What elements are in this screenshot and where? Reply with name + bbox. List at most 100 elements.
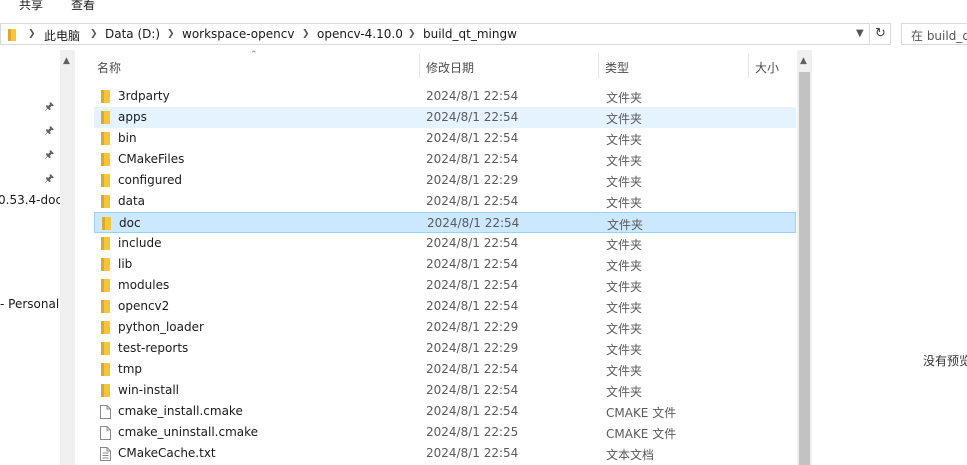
file-row[interactable]: configured 2024/8/1 22:29 文件夹 — [94, 170, 796, 191]
file-list: ⌃ 名称 修改日期 类型 大小 3rdparty 2024/8/1 22:54 文件… — [77, 50, 797, 465]
file-row[interactable]: lib 2024/8/1 22:54 文件夹 — [94, 254, 796, 275]
file-row[interactable]: 3rdparty 2024/8/1 22:54 文件夹 — [94, 86, 796, 107]
file-type: 文件夹 — [606, 91, 643, 105]
pin-icon[interactable]: 🖈 — [44, 170, 54, 189]
file-row[interactable]: cmake_install.cmake 2024/8/1 22:54 CMAKE 文… — [94, 401, 796, 422]
file-row[interactable]: test-reports 2024/8/1 22:29 文件夹 — [94, 338, 796, 359]
file-name: modules — [118, 278, 170, 292]
pin-icon[interactable]: 🖈 — [44, 122, 54, 141]
chevron-right-icon[interactable]: ❯ — [167, 29, 175, 39]
file-date: 2024/8/1 22:29 — [426, 320, 519, 334]
scroll-up-icon[interactable]: ▲ — [800, 56, 807, 66]
file-date: 2024/8/1 22:54 — [426, 89, 519, 103]
search-input[interactable]: 在 build_qt_mingw 中搜索 — [901, 23, 967, 45]
column-name[interactable]: 名称 — [97, 59, 121, 76]
file-name: python_loader — [118, 320, 204, 334]
file-name: include — [118, 236, 162, 250]
folder-icon — [100, 384, 111, 400]
folder-icon — [100, 153, 111, 169]
file-type: 文件夹 — [606, 364, 643, 378]
column-divider[interactable] — [748, 54, 749, 78]
file-date: 2024/8/1 22:54 — [426, 446, 519, 460]
pin-icon[interactable]: 🖈 — [44, 146, 54, 165]
ribbon: 共享 查看 — [0, 0, 967, 18]
folder-icon — [100, 90, 111, 106]
chevron-right-icon[interactable]: ❯ — [28, 29, 36, 39]
preview-pane: 没有预览 — [812, 50, 967, 465]
file-type: 文件夹 — [606, 133, 643, 147]
file-type: 文件夹 — [607, 218, 644, 232]
file-row[interactable]: win-install 2024/8/1 22:54 文件夹 — [94, 380, 796, 401]
column-divider[interactable] — [598, 54, 599, 78]
file-type: 文件夹 — [606, 175, 643, 189]
file-row[interactable]: CMakeCache.txt 2024/8/1 22:54 文本文档 — [94, 443, 796, 464]
nav-item-docs[interactable]: 0.53.4-docs — [0, 193, 60, 207]
breadcrumb-opencv[interactable]: opencv-4.10.0 — [317, 27, 403, 41]
file-name: cmake_install.cmake — [118, 404, 243, 418]
breadcrumb-drive[interactable]: Data (D:) — [105, 27, 160, 41]
file-date: 2024/8/1 22:54 — [426, 278, 519, 292]
folder-icon — [100, 258, 111, 274]
file-name: opencv2 — [118, 299, 170, 313]
file-type: 文件夹 — [606, 238, 643, 252]
column-divider[interactable] — [419, 54, 420, 78]
breadcrumb-workspace[interactable]: workspace-opencv — [182, 27, 294, 41]
file-name: cmake_uninstall.cmake — [118, 425, 259, 439]
file-name: tmp — [118, 362, 143, 376]
file-row[interactable]: doc 2024/8/1 22:54 文件夹 — [94, 212, 796, 233]
file-date: 2024/8/1 22:54 — [426, 257, 519, 271]
file-name: test-reports — [118, 341, 189, 355]
breadcrumb-this-pc[interactable]: 此电脑 — [44, 27, 80, 44]
file-type: 文件夹 — [606, 322, 643, 336]
folder-icon — [100, 132, 111, 148]
column-size[interactable]: 大小 — [755, 59, 779, 76]
file-name: configured — [118, 173, 182, 187]
folder-icon — [100, 300, 111, 316]
file-list-scrollbar[interactable]: ▲ — [797, 50, 812, 465]
chevron-down-icon[interactable]: ▼ — [856, 28, 864, 39]
ribbon-tab-view[interactable]: 查看 — [71, 0, 95, 13]
address-bar[interactable]: ❯ 此电脑 ❯ Data (D:) ❯ workspace-opencv ❯ o… — [0, 23, 870, 45]
file-date: 2024/8/1 22:54 — [426, 236, 519, 250]
chevron-right-icon[interactable]: ❯ — [90, 29, 98, 39]
file-type: 文件夹 — [606, 343, 643, 357]
folder-icon — [100, 195, 111, 211]
chevron-right-icon[interactable]: ❯ — [408, 29, 416, 39]
file-row[interactable]: opencv2 2024/8/1 22:54 文件夹 — [94, 296, 796, 317]
folder-icon — [8, 29, 16, 41]
file-row[interactable]: bin 2024/8/1 22:54 文件夹 — [94, 128, 796, 149]
file-row[interactable]: tmp 2024/8/1 22:54 文件夹 — [94, 359, 796, 380]
file-row[interactable]: apps 2024/8/1 22:54 文件夹 — [94, 107, 796, 128]
file-row[interactable]: modules 2024/8/1 22:54 文件夹 — [94, 275, 796, 296]
file-name: data — [118, 194, 146, 208]
ribbon-tab-share[interactable]: 共享 — [19, 0, 43, 13]
pin-icon[interactable]: 🖈 — [44, 98, 54, 117]
refresh-icon: ↻ — [875, 26, 886, 41]
folder-icon — [100, 342, 111, 358]
scrollbar-thumb[interactable] — [799, 72, 810, 465]
column-header: ⌃ 名称 修改日期 类型 大小 — [77, 50, 797, 82]
breadcrumb-build[interactable]: build_qt_mingw — [423, 27, 517, 41]
file-row[interactable]: CMakeFiles 2024/8/1 22:54 文件夹 — [94, 149, 796, 170]
column-date[interactable]: 修改日期 — [426, 59, 474, 76]
file-date: 2024/8/1 22:54 — [426, 152, 519, 166]
file-name: CMakeFiles — [118, 152, 185, 166]
file-name: win-install — [118, 383, 180, 397]
chevron-right-icon[interactable]: ❯ — [302, 29, 310, 39]
file-icon — [100, 405, 111, 422]
file-row[interactable]: include 2024/8/1 22:54 文件夹 — [94, 233, 796, 254]
file-row[interactable]: data 2024/8/1 22:54 文件夹 — [94, 191, 796, 212]
file-icon — [100, 426, 111, 443]
file-type: 文件夹 — [606, 154, 643, 168]
nav-scrollbar[interactable]: ▲ — [60, 50, 75, 465]
file-type: 文件夹 — [606, 301, 643, 315]
column-type[interactable]: 类型 — [605, 59, 629, 76]
file-row[interactable]: cmake_uninstall.cmake 2024/8/1 22:25 CMAKE… — [94, 422, 796, 443]
nav-item-personal[interactable]: - Personal — [0, 297, 59, 311]
refresh-button[interactable]: ↻ — [871, 23, 891, 45]
no-preview-text: 没有预览 — [923, 354, 967, 368]
folder-icon — [100, 111, 111, 127]
scroll-up-icon[interactable]: ▲ — [63, 56, 70, 66]
file-row[interactable]: python_loader 2024/8/1 22:29 文件夹 — [94, 317, 796, 338]
file-date: 2024/8/1 22:29 — [426, 341, 519, 355]
